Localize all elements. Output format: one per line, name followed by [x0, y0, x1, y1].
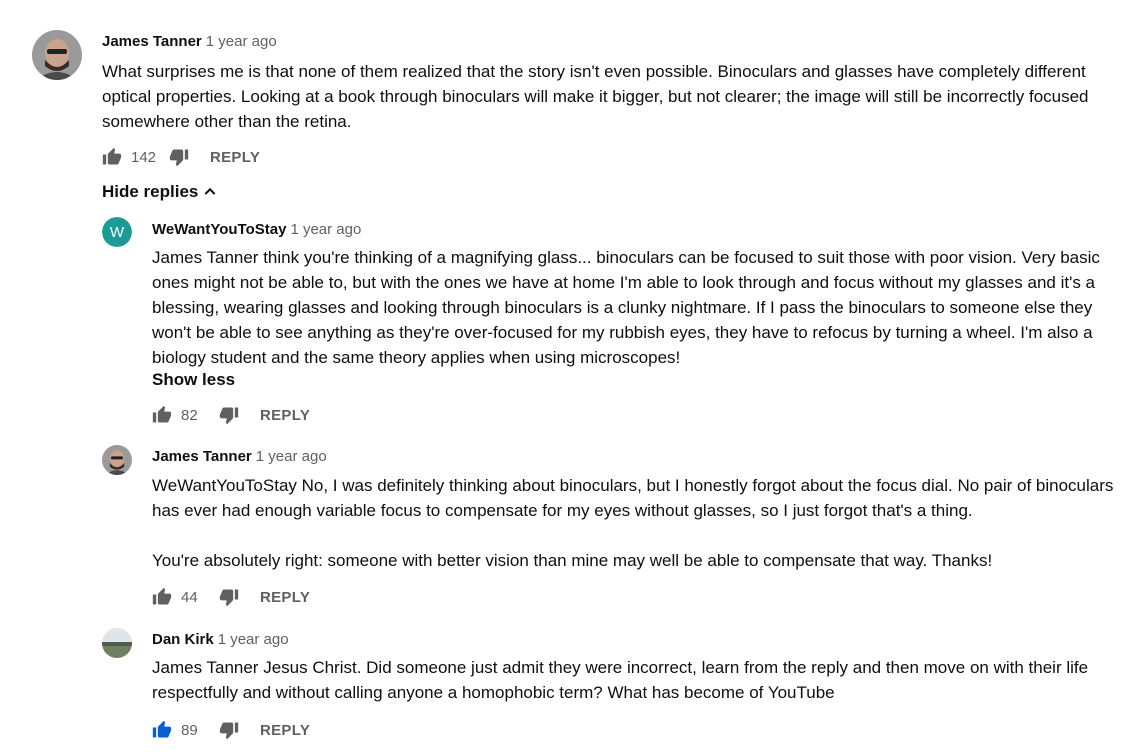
comment-actions: 142 REPLY: [102, 145, 260, 169]
like-count: 82: [181, 406, 198, 424]
timestamp[interactable]: 1 year ago: [218, 631, 289, 648]
avatar[interactable]: W: [102, 217, 132, 247]
timestamp[interactable]: 1 year ago: [290, 221, 361, 238]
thumb-down-icon[interactable]: [219, 587, 239, 607]
comment-text: WeWantYouToStay No, I was definitely thi…: [152, 476, 1114, 570]
comment-header: James Tanner 1 year ago: [152, 448, 327, 465]
author-name[interactable]: WeWantYouToStay: [152, 221, 286, 238]
reply-button[interactable]: REPLY: [260, 407, 310, 424]
hide-replies-button[interactable]: Hide replies: [102, 182, 218, 202]
reply-button[interactable]: REPLY: [210, 149, 260, 166]
comment-text: What surprises me is that none of them r…: [102, 62, 1089, 131]
reply-button[interactable]: REPLY: [260, 589, 310, 606]
user-photo-icon: [102, 445, 132, 475]
thumb-up-icon[interactable]: [152, 587, 172, 607]
timestamp[interactable]: 1 year ago: [206, 33, 277, 50]
comment-actions: 89 REPLY: [152, 718, 310, 742]
like-count: 44: [181, 588, 198, 606]
comment-header: James Tanner 1 year ago: [102, 33, 277, 50]
avatar[interactable]: [102, 445, 132, 475]
comment-actions: 82 REPLY: [152, 403, 310, 427]
author-name[interactable]: James Tanner: [152, 448, 252, 465]
like-count: 142: [131, 148, 157, 166]
thumb-down-icon[interactable]: [219, 720, 239, 740]
show-less-button[interactable]: Show less: [152, 370, 235, 390]
comment-text: James Tanner think you're thinking of a …: [152, 248, 1100, 367]
landscape-photo-icon: [102, 628, 132, 658]
user-photo-icon: [32, 30, 82, 80]
comment-header: Dan Kirk 1 year ago: [152, 631, 289, 648]
comment-text: James Tanner Jesus Christ. Did someone j…: [152, 658, 1089, 702]
reply-button[interactable]: REPLY: [260, 722, 310, 739]
chevron-up-icon: [205, 187, 216, 195]
thumb-up-icon[interactable]: [152, 405, 172, 425]
thumb-down-icon[interactable]: [169, 147, 189, 167]
thumb-up-icon[interactable]: [152, 720, 172, 740]
avatar-letter: W: [102, 217, 132, 247]
comment-actions: 44 REPLY: [152, 585, 310, 609]
avatar[interactable]: [32, 30, 82, 80]
thumb-down-icon[interactable]: [219, 405, 239, 425]
author-name[interactable]: James Tanner: [102, 33, 202, 50]
author-name[interactable]: Dan Kirk: [152, 631, 214, 648]
timestamp[interactable]: 1 year ago: [256, 448, 327, 465]
avatar[interactable]: [102, 628, 132, 658]
thumb-up-icon[interactable]: [102, 147, 122, 167]
like-count: 89: [181, 721, 198, 739]
comment-header: WeWantYouToStay 1 year ago: [152, 221, 361, 238]
